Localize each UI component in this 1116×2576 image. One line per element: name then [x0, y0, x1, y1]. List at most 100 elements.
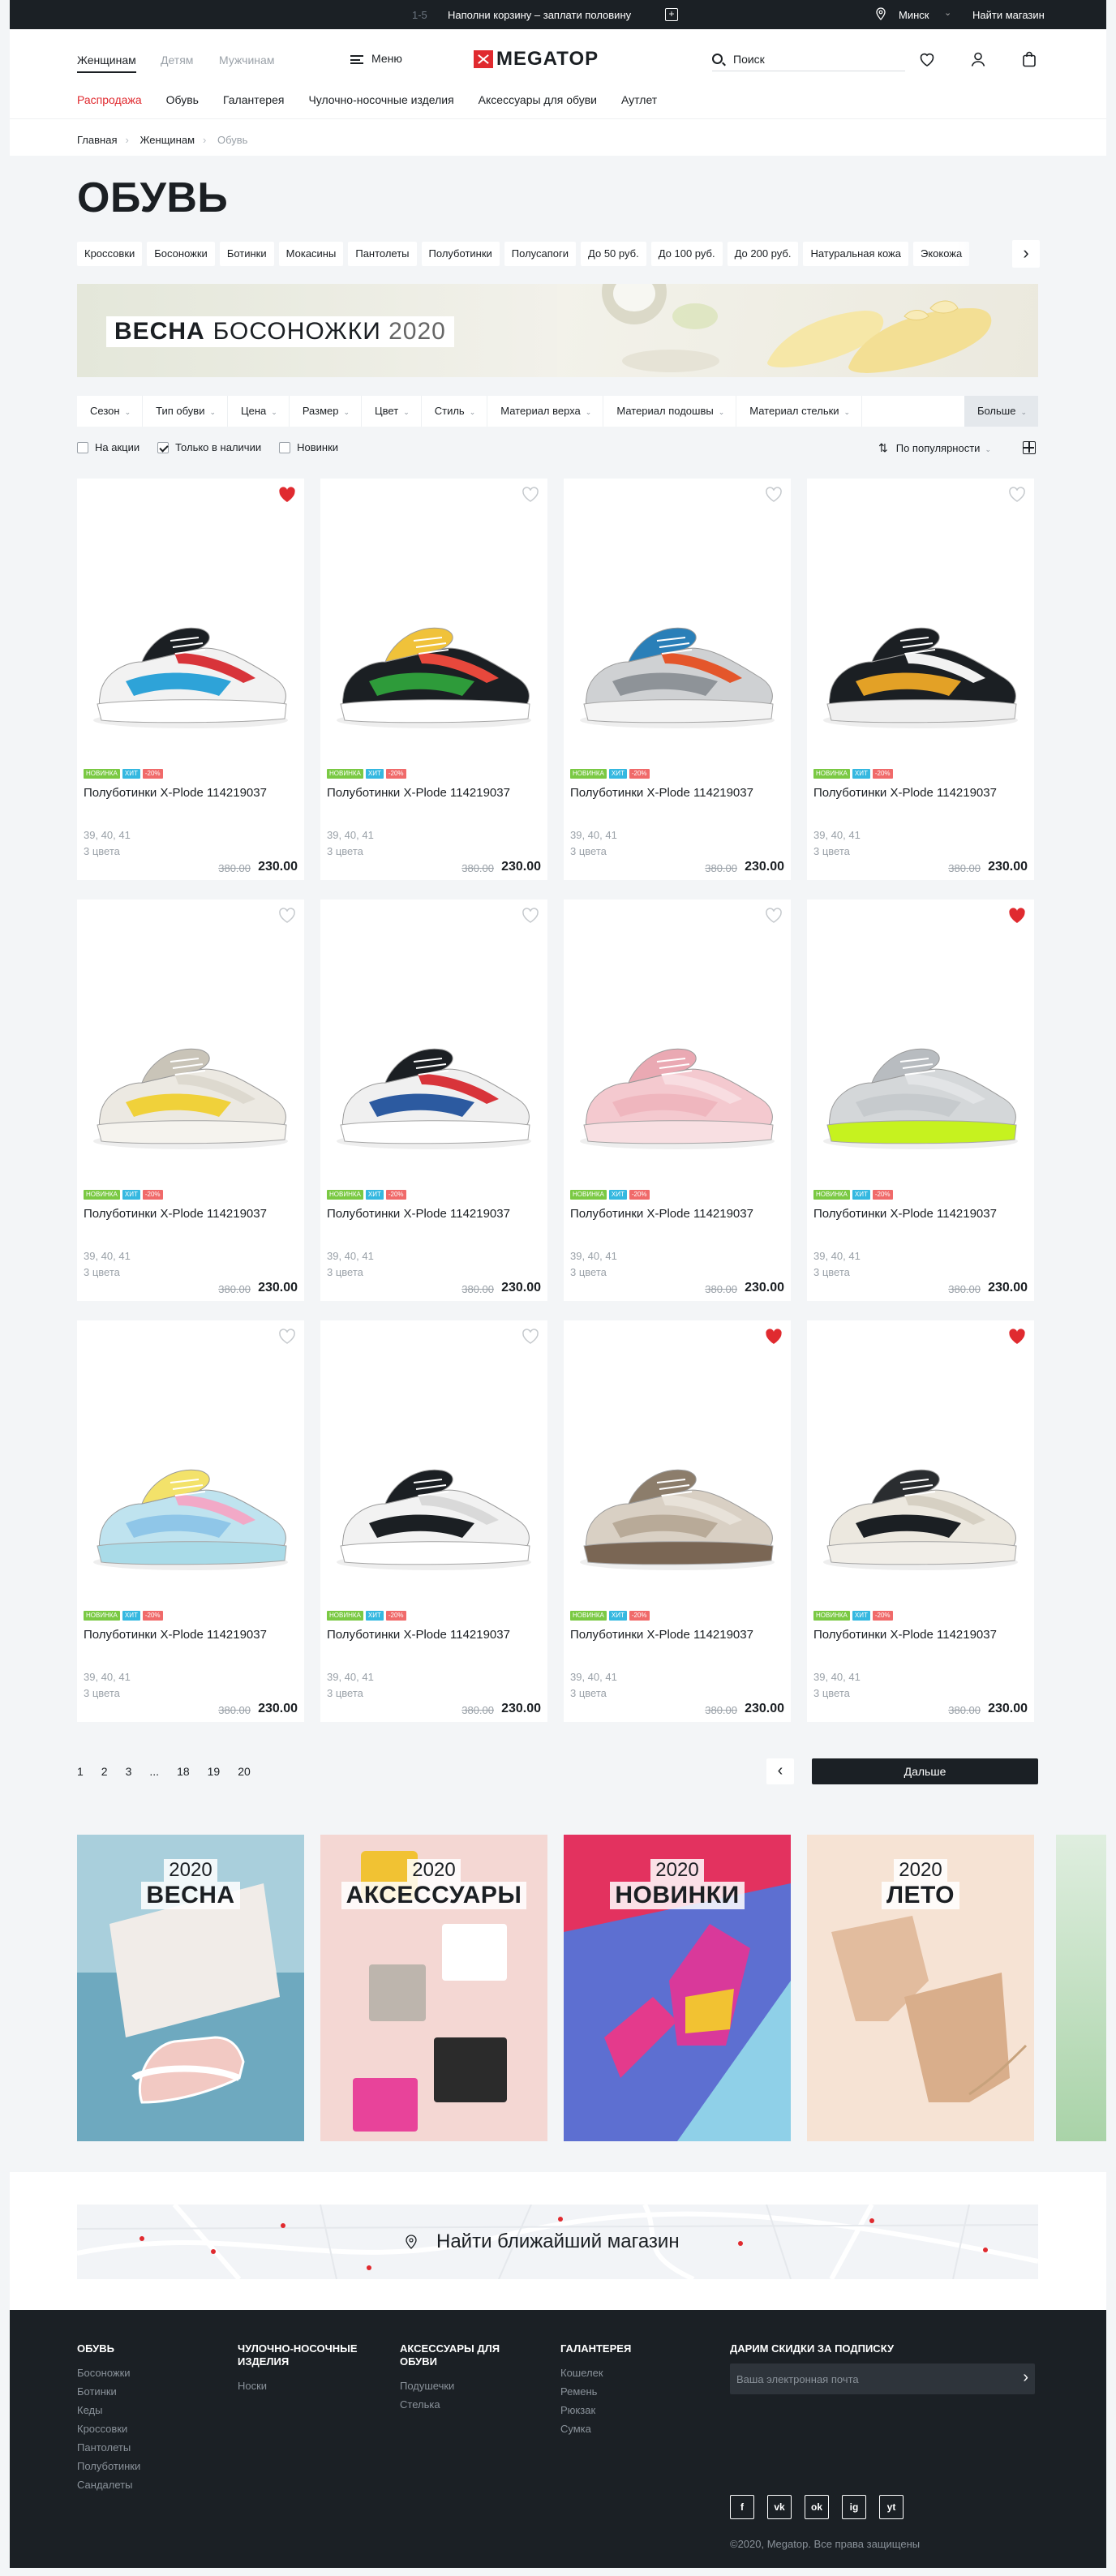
- breadcrumb-women[interactable]: Женщинам: [140, 134, 195, 146]
- checkbox-on-sale[interactable]: На акции: [77, 441, 140, 453]
- product-card[interactable]: НОВИНКА ХИТ -20% Полуботинки X-Plode 114219…: [77, 479, 304, 880]
- footer-link[interactable]: Рюкзак: [560, 2401, 698, 2419]
- checkbox-box-checked[interactable]: [157, 442, 170, 453]
- footer-link[interactable]: Ботинки: [77, 2382, 215, 2401]
- nav-item-haberdashery[interactable]: Галантерея: [223, 93, 284, 106]
- collection-tile[interactable]: 2020 ЛЕТО: [807, 1835, 1034, 2141]
- collection-tile[interactable]: 2020 НОВИНКИ: [564, 1835, 791, 2141]
- product-image-wrap[interactable]: [77, 479, 304, 775]
- footer-link[interactable]: Ремень: [560, 2382, 698, 2401]
- collection-tile-peek[interactable]: [1056, 1835, 1106, 2141]
- filter-chip[interactable]: Мокасины: [278, 242, 344, 266]
- footer-link[interactable]: Подушечки: [400, 2376, 538, 2395]
- footer-link[interactable]: Кроссовки: [77, 2419, 215, 2438]
- nav-item-outlet[interactable]: Аутлет: [621, 93, 657, 106]
- collection-tile[interactable]: 2020 ВЕСНА: [77, 1835, 304, 2141]
- menu-button[interactable]: Меню: [350, 52, 402, 65]
- product-name[interactable]: Полуботинки X-Plode 114219037: [84, 785, 278, 801]
- checkbox-in-stock[interactable]: Только в наличии: [157, 441, 261, 453]
- page-link[interactable]: 20: [238, 1765, 251, 1778]
- favorite-heart-icon[interactable]: [1008, 487, 1026, 503]
- filter-dropdown[interactable]: Материал верха ⌄: [487, 396, 604, 427]
- store-map[interactable]: Найти ближайший магазин: [77, 2205, 1038, 2279]
- product-card[interactable]: НОВИНКА ХИТ -20% Полуботинки X-Plode 114219…: [77, 899, 304, 1301]
- footer-link[interactable]: Пантолеты: [77, 2438, 215, 2457]
- product-card[interactable]: НОВИНКА ХИТ -20% Полуботинки X-Plode 114219…: [807, 899, 1034, 1301]
- breadcrumb-home[interactable]: Главная: [77, 134, 117, 146]
- filter-chip[interactable]: Босоножки: [147, 242, 215, 266]
- prev-page-button[interactable]: ‹: [766, 1758, 794, 1784]
- sort-dropdown[interactable]: ⇅ По популярности ⌄: [878, 441, 991, 455]
- youtube-icon[interactable]: yt: [879, 2495, 904, 2519]
- filter-dropdown[interactable]: Материал стельки ⌄: [736, 396, 863, 427]
- chevron-right-icon[interactable]: ›: [1012, 240, 1040, 268]
- product-name[interactable]: Полуботинки X-Plode 114219037: [570, 785, 765, 801]
- search-input[interactable]: [733, 50, 895, 68]
- grid-view-icon[interactable]: [1023, 441, 1036, 454]
- facebook-icon[interactable]: f: [730, 2495, 754, 2519]
- product-image-wrap[interactable]: [807, 479, 1034, 775]
- tab-kids[interactable]: Детям: [161, 54, 193, 67]
- product-image-wrap[interactable]: [564, 479, 791, 775]
- more-filters-button[interactable]: Больше ⌄: [964, 396, 1038, 427]
- favorite-heart-icon[interactable]: [278, 487, 296, 503]
- product-name[interactable]: Полуботинки X-Plode 114219037: [84, 1627, 278, 1642]
- heart-icon[interactable]: [918, 50, 936, 68]
- nav-item-hosiery[interactable]: Чулочно-носочные изделия: [308, 93, 453, 106]
- product-name[interactable]: Полуботинки X-Plode 114219037: [570, 1627, 765, 1642]
- product-name[interactable]: Полуботинки X-Plode 114219037: [327, 785, 522, 801]
- logo[interactable]: MEGATOP: [474, 48, 599, 70]
- favorite-heart-icon[interactable]: [522, 908, 539, 924]
- filter-dropdown[interactable]: Цвет ⌄: [362, 396, 422, 427]
- favorite-heart-icon[interactable]: [278, 908, 296, 924]
- checkbox-box[interactable]: [279, 442, 291, 453]
- page-link[interactable]: 3: [126, 1765, 132, 1778]
- vk-icon[interactable]: vk: [767, 2495, 792, 2519]
- nav-item-shoe-accessories[interactable]: Аксессуары для обуви: [479, 93, 597, 106]
- checkbox-new[interactable]: Новинки: [279, 441, 338, 453]
- footer-link[interactable]: Сандалеты: [77, 2475, 215, 2494]
- product-name[interactable]: Полуботинки X-Plode 114219037: [813, 1206, 1008, 1221]
- favorite-heart-icon[interactable]: [522, 487, 539, 503]
- filter-chip[interactable]: До 50 руб.: [581, 242, 646, 266]
- filter-chip[interactable]: Ботинки: [219, 242, 274, 266]
- footer-link[interactable]: Носки: [238, 2376, 376, 2395]
- product-image-wrap[interactable]: [77, 1320, 304, 1616]
- filter-chip[interactable]: Пантолеты: [348, 242, 417, 266]
- product-image-wrap[interactable]: [77, 899, 304, 1196]
- page-link[interactable]: 1: [77, 1765, 84, 1778]
- product-image-wrap[interactable]: [564, 1320, 791, 1616]
- product-image-wrap[interactable]: [320, 479, 547, 775]
- promo-text[interactable]: Наполни корзину – заплати половину: [448, 9, 631, 21]
- chevron-right-icon[interactable]: ›: [1023, 2368, 1028, 2387]
- product-name[interactable]: Полуботинки X-Plode 114219037: [813, 785, 1008, 801]
- footer-link[interactable]: Полуботинки: [77, 2457, 215, 2475]
- user-icon[interactable]: [969, 50, 987, 68]
- product-image-wrap[interactable]: [564, 899, 791, 1196]
- tab-women[interactable]: Женщинам: [77, 54, 136, 73]
- filter-dropdown[interactable]: Сезон ⌄: [77, 396, 144, 427]
- product-name[interactable]: Полуботинки X-Plode 114219037: [84, 1206, 278, 1221]
- product-name[interactable]: Полуботинки X-Plode 114219037: [327, 1206, 522, 1221]
- product-image-wrap[interactable]: [807, 1320, 1034, 1616]
- product-card[interactable]: НОВИНКА ХИТ -20% Полуботинки X-Plode 114219…: [807, 479, 1034, 880]
- favorite-heart-icon[interactable]: [1008, 908, 1026, 924]
- product-card[interactable]: НОВИНКА ХИТ -20% Полуботинки X-Plode 114219…: [320, 899, 547, 1301]
- page-link[interactable]: 2: [101, 1765, 108, 1778]
- product-card[interactable]: НОВИНКА ХИТ -20% Полуботинки X-Plode 114219…: [320, 1320, 547, 1722]
- checkbox-box[interactable]: [77, 442, 88, 453]
- favorite-heart-icon[interactable]: [278, 1329, 296, 1345]
- product-image-wrap[interactable]: [807, 899, 1034, 1196]
- footer-link[interactable]: Стелька: [400, 2395, 538, 2414]
- product-card[interactable]: НОВИНКА ХИТ -20% Полуботинки X-Plode 114219…: [564, 479, 791, 880]
- page-link[interactable]: 18: [177, 1765, 190, 1778]
- filter-dropdown[interactable]: Размер ⌄: [290, 396, 363, 427]
- filter-chip[interactable]: Кроссовки: [77, 242, 143, 266]
- footer-link[interactable]: Сумка: [560, 2419, 698, 2438]
- filter-chip[interactable]: Полусапоги: [504, 242, 577, 266]
- favorite-heart-icon[interactable]: [765, 1329, 783, 1345]
- filter-chip[interactable]: До 200 руб.: [727, 242, 799, 266]
- filter-chip[interactable]: До 100 руб.: [650, 242, 723, 266]
- email-field[interactable]: [736, 2372, 1004, 2386]
- page-link[interactable]: 19: [208, 1765, 221, 1778]
